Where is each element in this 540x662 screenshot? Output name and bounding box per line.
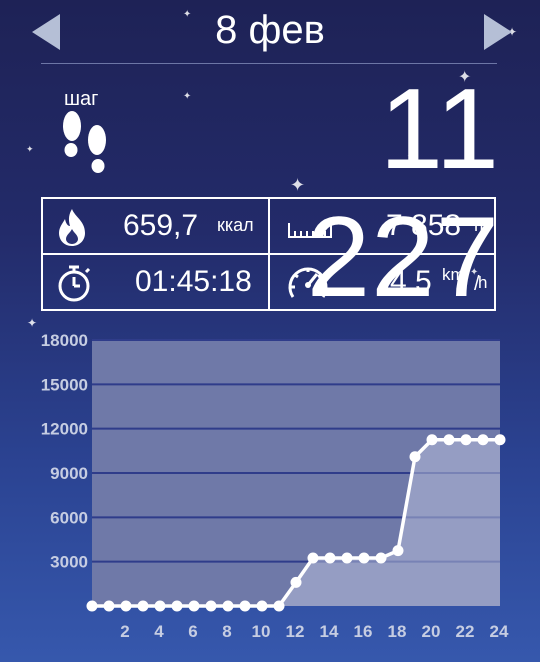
y-tick-label: 9000: [50, 464, 88, 483]
data-point: [409, 451, 421, 463]
data-point: [443, 434, 455, 446]
data-point: [290, 576, 302, 588]
footprints-icon: [63, 111, 106, 173]
data-point: [171, 600, 183, 612]
duration-value: 01:45:18: [135, 265, 252, 298]
data-point: [188, 600, 200, 612]
steps-chart: 3000600090001200015000180002 4 6 8 10 12 14 16 1…: [41, 331, 509, 641]
speed-unit-top: km: [442, 265, 465, 284]
next-day-button[interactable]: [478, 12, 518, 52]
ruler-icon: [288, 223, 332, 238]
x-tick-label: 8: [222, 622, 231, 641]
star-decoration: ✦: [27, 316, 38, 330]
distance-value: 7 858: [386, 209, 462, 242]
calories-cell: 659,7 ккал: [43, 199, 268, 253]
y-tick-label: 12000: [41, 420, 88, 439]
y-tick-label: 18000: [41, 331, 88, 350]
duration-cell: 01:45:18: [43, 255, 268, 309]
speedometer-icon: [288, 267, 328, 298]
data-point: [324, 552, 336, 564]
stats-panel: 659,7 ккал 7 858 m 01:45:18 4,5 km / h: [41, 197, 496, 311]
flame-icon: [59, 209, 85, 246]
speed-value: 4,5: [390, 265, 432, 298]
data-point: [137, 600, 149, 612]
data-point: [392, 545, 404, 557]
data-point: [358, 552, 370, 564]
header-divider: [41, 63, 497, 64]
x-tick-label: 20: [422, 622, 441, 641]
x-tick-label: 2: [120, 622, 129, 641]
calories-unit: ккал: [217, 215, 254, 235]
x-tick-label: 6: [188, 622, 197, 641]
data-point: [239, 600, 251, 612]
data-point: [103, 600, 115, 612]
stopwatch-icon: [58, 265, 91, 302]
distance-unit: m: [474, 215, 489, 235]
speed-cell: 4,5 km / h: [270, 255, 494, 309]
x-tick-label: 10: [252, 622, 271, 641]
distance-cell: 7 858 m: [270, 199, 494, 253]
x-tick-label: 24: [490, 622, 509, 641]
data-point: [307, 552, 319, 564]
triangle-right-icon: [484, 14, 512, 50]
data-point: [273, 600, 285, 612]
y-tick-label: 15000: [41, 375, 88, 394]
x-tick-label: 12: [286, 622, 305, 641]
star-decoration: ✦: [26, 144, 34, 154]
x-tick-label: 22: [456, 622, 475, 641]
data-point: [341, 552, 353, 564]
x-tick-label: 18: [388, 622, 407, 641]
data-point: [256, 600, 268, 612]
data-point: [120, 600, 132, 612]
x-tick-label: 4: [154, 622, 164, 641]
data-point: [477, 434, 489, 446]
data-point: [426, 434, 438, 446]
data-point: [460, 434, 472, 446]
data-point: [222, 600, 234, 612]
data-point: [494, 434, 506, 446]
calories-value: 659,7: [123, 209, 199, 242]
data-point: [86, 600, 98, 612]
data-point: [205, 600, 217, 612]
y-tick-label: 3000: [50, 553, 88, 572]
y-tick-label: 6000: [50, 508, 88, 527]
x-tick-label: 16: [354, 622, 373, 641]
speed-unit-bottom: h: [478, 273, 488, 292]
x-tick-label: 14: [320, 622, 339, 641]
data-point: [375, 552, 387, 564]
date-title: 8 фев: [215, 8, 325, 52]
data-point: [154, 600, 166, 612]
